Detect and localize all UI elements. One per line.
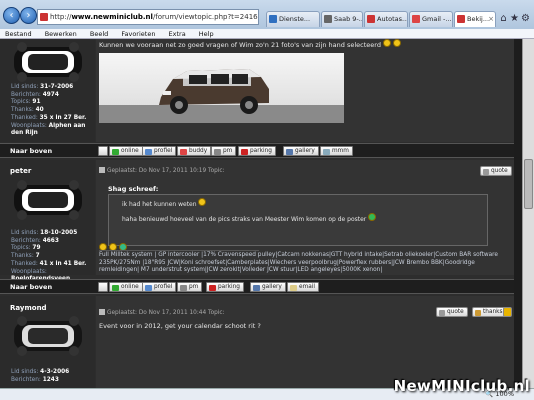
post-icon bbox=[99, 309, 105, 315]
scrollbar-thumb[interactable] bbox=[524, 159, 533, 209]
tab-favicon-icon bbox=[457, 15, 465, 23]
quote-button[interactable]: quote bbox=[436, 307, 468, 317]
parking-button[interactable]: parking bbox=[206, 282, 244, 292]
menu-extra[interactable]: Extra bbox=[169, 30, 186, 38]
quote-icon bbox=[483, 168, 489, 175]
post3-user-stats: Lid sinds: 4-3-2006 Berichten: 1243 bbox=[11, 369, 70, 383]
signature-separator bbox=[99, 250, 259, 251]
smiley-icon bbox=[368, 213, 378, 223]
smiley-icons bbox=[383, 39, 403, 49]
post2-footer: Naar boven online profiel pm parking gal… bbox=[0, 279, 514, 294]
quote-button[interactable]: quote bbox=[480, 166, 512, 176]
post1-footer: Naar boven online profiel buddy pm parki… bbox=[0, 143, 514, 158]
gallery-button[interactable]: gallery bbox=[283, 146, 319, 156]
address-domain: www.newminiclub.nl bbox=[71, 13, 153, 21]
tab-gmail[interactable]: Gmail -... bbox=[409, 11, 453, 27]
avatar-car-2 bbox=[14, 180, 82, 220]
email-button[interactable]: email bbox=[287, 282, 319, 292]
post1-text: Kunnen we vooraan net zo goed vragen of … bbox=[99, 39, 403, 49]
menu-help[interactable]: Help bbox=[199, 30, 214, 38]
quote-author: Shag schreef: bbox=[108, 185, 159, 193]
mmm-button[interactable]: mmm bbox=[320, 146, 353, 156]
post2-signature: Full Milltek system | GP intercooler |17… bbox=[99, 252, 498, 274]
thanks-button[interactable]: thanks bbox=[472, 307, 507, 317]
avatar-car-1 bbox=[14, 42, 82, 82]
car-photo bbox=[99, 53, 344, 123]
home-icon[interactable]: ⌂ bbox=[498, 13, 509, 24]
gallery-button[interactable]: gallery bbox=[250, 282, 286, 292]
online-button[interactable]: online bbox=[109, 146, 143, 156]
tab-saab[interactable]: Saab 9-... bbox=[321, 11, 363, 27]
tools-gear-icon[interactable]: ⚙ bbox=[520, 13, 531, 24]
tab-favicon-icon bbox=[269, 15, 277, 23]
post2-user-stats: Lid sinds: 18-10-2005 Berichten: 4663 To… bbox=[11, 230, 87, 282]
address-path: /forum/viewtopic.php?t=24164& bbox=[152, 13, 259, 21]
tab-dienste[interactable]: Dienste... bbox=[266, 11, 320, 27]
tab-favicon-icon bbox=[412, 15, 420, 23]
favorites-star-icon[interactable]: ★ bbox=[509, 13, 520, 24]
smiley-icon bbox=[198, 198, 208, 208]
pm-button[interactable]: pm bbox=[177, 282, 203, 292]
back-icon[interactable]: ‹ bbox=[3, 7, 20, 24]
post1-user-stats: Lid sinds: 31-7-2006 Berichten: 4974 Top… bbox=[11, 84, 87, 137]
tab-favicon-icon bbox=[324, 15, 332, 23]
post-icon bbox=[99, 167, 105, 173]
back-to-top-link[interactable]: Naar boven bbox=[10, 283, 52, 291]
tab-close-icon[interactable]: × bbox=[488, 12, 494, 26]
avatar-car-3 bbox=[14, 316, 82, 356]
menu-bar: Bestand Bewerken Beeld Favorieten Extra … bbox=[0, 29, 534, 39]
parking-button[interactable]: parking bbox=[238, 146, 276, 156]
tab-bekijk[interactable]: Bekij... × bbox=[454, 11, 496, 27]
online-button[interactable]: online bbox=[109, 282, 143, 292]
tab-autotas[interactable]: Autotas... bbox=[364, 11, 408, 27]
menu-bewerken[interactable]: Bewerken bbox=[45, 30, 77, 38]
menu-bestand[interactable]: Bestand bbox=[5, 30, 32, 38]
site-watermark: NewMINIclub.nl bbox=[393, 377, 530, 395]
thanks-icon bbox=[475, 309, 481, 316]
back-to-top-link[interactable]: Naar boven bbox=[10, 147, 52, 155]
post2-username[interactable]: peter bbox=[10, 167, 31, 175]
user-icon[interactable] bbox=[98, 146, 108, 156]
site-favicon-icon bbox=[40, 13, 48, 21]
quote-icon bbox=[439, 309, 445, 316]
post3-username[interactable]: Raymond bbox=[10, 304, 47, 312]
profile-button[interactable]: profiel bbox=[142, 146, 177, 156]
post3-meta: Geplaatst: Do Nov 17, 2011 10:44 Topic: bbox=[99, 309, 225, 316]
forum-content: Lid sinds: 31-7-2006 Berichten: 4974 Top… bbox=[0, 39, 534, 388]
tab-favicon-icon bbox=[367, 15, 375, 23]
quote-line-1: ik had het kunnen weten bbox=[122, 198, 208, 208]
menu-favorieten[interactable]: Favorieten bbox=[121, 30, 155, 38]
report-icon[interactable] bbox=[503, 307, 512, 317]
user-icon[interactable] bbox=[98, 282, 108, 292]
pm-button[interactable]: pm bbox=[211, 146, 237, 156]
menu-beeld[interactable]: Beeld bbox=[90, 30, 108, 38]
address-bar[interactable]: http://www.newminiclub.nl/forum/viewtopi… bbox=[37, 9, 259, 25]
post2-meta: Geplaatst: Do Nov 17, 2011 10:19 Topic: bbox=[99, 167, 225, 174]
forward-icon[interactable]: › bbox=[20, 7, 37, 24]
buddy-button[interactable]: buddy bbox=[177, 146, 212, 156]
quote-line-2: haha benieuwd hoeveel van de pics straks… bbox=[122, 213, 378, 223]
page-scrollbar[interactable] bbox=[522, 39, 534, 388]
profile-button[interactable]: profiel bbox=[142, 282, 177, 292]
post3-text: Event voor in 2012, get your calendar sc… bbox=[99, 322, 261, 330]
